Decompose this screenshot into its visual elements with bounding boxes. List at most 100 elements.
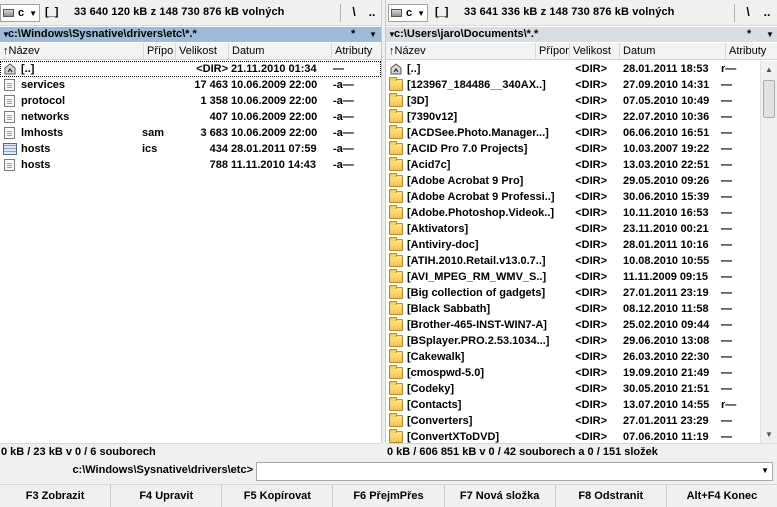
folder-row[interactable]: [Adobe Acrobat 9 Pro] <DIR> 29.05.2010 09:… [386,173,777,189]
scroll-up-icon[interactable]: ▲ [761,61,777,78]
folder-row[interactable]: [Adobe Acrobat 9 Professi..] <DIR> 30.06.2… [386,189,777,205]
left-filter-button[interactable]: * [351,27,355,42]
f8-delete-button[interactable]: F8 Odstranit [556,485,667,507]
left-up-button[interactable]: .. [362,4,381,22]
f3-view-button[interactable]: F3 Zobrazit [0,485,112,507]
f5-copy-button[interactable]: F5 Kopírovat [222,485,334,507]
folder-row[interactable]: [cmospwd-5.0] <DIR> 19.09.2010 21:49 — [386,365,777,381]
file-date: 26.03.2010 22:30 [623,351,710,363]
exit-button[interactable]: Alt+F4 Konec [667,485,777,507]
chevron-down-icon: ▼ [417,8,425,18]
left-path-bar[interactable]: ▼ c:\Windows\Sysnative\drivers\etc\*.* *… [0,27,381,42]
file-size: <DIR> [575,207,607,219]
column-ext[interactable]: Přípo [144,43,176,60]
parent-dir-row[interactable]: [..] <DIR> 21.11.2010 01:34 — [0,61,381,77]
folder-row[interactable]: [3D] <DIR> 07.05.2010 10:49 — [386,93,777,109]
parent-dir-row[interactable]: [..] <DIR> 28.01.2011 18:53 r— [386,61,777,77]
right-scrollbar[interactable]: ▲ ▼ [760,61,777,443]
file-attributes: — [721,383,732,395]
folder-row[interactable]: [ACDSee.Photo.Manager...] <DIR> 06.06.2010… [386,125,777,141]
file-date: 10.06.2009 22:00 [231,111,318,123]
folder-row[interactable]: [Antiviry-doc] <DIR> 28.01.2011 10:16 — [386,237,777,253]
folder-row[interactable]: [ConvertXToDVD] <DIR> 07.06.2010 11:19 — [386,429,777,443]
right-file-panel[interactable]: c ▼ [_] 33 641 336 kB z 148 730 876 kB v… [386,0,777,443]
file-name: [Antiviry-doc] [386,237,569,253]
column-date[interactable]: Datum [620,43,726,60]
file-size: 788 [209,159,228,171]
folder-row[interactable]: [BSplayer.PRO.2.53.1034...] <DIR> 29.06.20… [386,333,777,349]
right-root-button[interactable]: \ [738,4,758,22]
column-date[interactable]: Datum [229,43,332,60]
scroll-thumb[interactable] [763,80,775,118]
folder-row[interactable]: [123967_184486__340AX..] <DIR> 27.09.2010 … [386,77,777,93]
file-attributes: -a— [333,159,354,171]
chevron-down-icon[interactable]: ▼ [369,27,377,42]
file-ext: sam [142,127,165,139]
file-name: [AVI_MPEG_RM_WMV_S..] [386,269,569,285]
column-size[interactable]: Velikost [570,43,620,60]
folder-row[interactable]: [Black Sabbath] <DIR> 08.12.2010 11:58 — [386,301,777,317]
right-up-button[interactable]: .. [757,4,777,22]
folder-icon [389,157,403,171]
right-filter-button[interactable]: * [747,27,751,42]
column-ext[interactable]: Přípona [536,43,570,60]
folder-row[interactable]: [Acid7c] <DIR> 13.03.2010 22:51 — [386,157,777,173]
left-file-panel[interactable]: c ▼ [_] 33 640 120 kB z 148 730 876 kB v… [0,0,381,443]
file-attributes: -a— [333,79,354,91]
column-attributes[interactable]: Atributy [726,43,777,60]
file-size: <DIR> [575,143,607,155]
folder-row[interactable]: [Cakewalk] <DIR> 26.03.2010 22:30 — [386,349,777,365]
file-row[interactable]: services 17 463 10.06.2009 22:00 -a— [0,77,381,93]
left-drive-combo[interactable]: c ▼ [0,4,40,22]
folder-icon [389,269,403,283]
folder-row[interactable]: [Contacts] <DIR> 13.07.2010 14:55 r— [386,397,777,413]
f7-new-folder-button[interactable]: F7 Nová složka [445,485,556,507]
file-date: 10.03.2007 19:22 [623,143,710,155]
file-row[interactable]: protocol 1 358 10.06.2009 22:00 -a— [0,93,381,109]
column-size[interactable]: Velikost [176,43,229,60]
column-name[interactable]: ↑Název [386,43,536,60]
command-input[interactable]: ▼ [256,462,773,481]
file-attributes: — [721,271,732,283]
folder-row[interactable]: [Brother-465-INST-WIN7-A] <DIR> 25.02.2010… [386,317,777,333]
file-name-text: [Contacts] [407,399,462,411]
right-drive-combo[interactable]: c ▼ [388,4,428,22]
file-name-text: [Adobe Acrobat 9 Professi..] [407,191,555,203]
folder-row[interactable]: [AVI_MPEG_RM_WMV_S..] <DIR> 11.11.2009 09:… [386,269,777,285]
folder-row[interactable]: [ATIH.2010.Retail.v13.0.7..] <DIR> 10.08.2… [386,253,777,269]
left-file-list[interactable]: [..] <DIR> 21.11.2010 01:34 — services 17 463… [0,61,381,443]
file-name-text: lmhosts [21,127,64,139]
chevron-down-icon[interactable]: ▼ [761,466,769,475]
scroll-down-icon[interactable]: ▼ [761,426,777,443]
file-name-text: protocol [21,95,65,107]
folder-row[interactable]: [7390v12] <DIR> 22.07.2010 10:36 — [386,109,777,125]
folder-row[interactable]: [Codeky] <DIR> 30.05.2010 21:51 — [386,381,777,397]
folder-row[interactable]: [ACID Pro 7.0 Projects] <DIR> 10.03.2007 1… [386,141,777,157]
file-attributes: — [721,175,732,187]
folder-row[interactable]: [Converters] <DIR> 27.01.2011 23:29 — [386,413,777,429]
right-drive-bar: c ▼ [_] 33 641 336 kB z 148 730 876 kB v… [386,0,777,26]
file-row[interactable]: lmhosts sam 3 683 10.06.2009 22:00 -a— [0,125,381,141]
right-status-bar: 0 kB / 606 851 kB v 0 / 42 souborech a 0… [386,443,777,460]
f6-move-button[interactable]: F6 PřejmPřes [333,485,445,507]
folder-row[interactable]: [Aktivators] <DIR> 23.11.2010 00:21 — [386,221,777,237]
file-size: <DIR> [575,239,607,251]
file-row[interactable]: hosts 788 11.11.2010 14:43 -a— [0,157,381,173]
folder-icon [389,221,403,235]
file-ext [142,61,174,77]
folder-row[interactable]: [Big collection of gadgets] <DIR> 27.01.20… [386,285,777,301]
column-attributes[interactable]: Atributy [332,43,381,60]
file-size: <DIR> [575,95,607,107]
chevron-down-icon[interactable]: ▼ [766,27,774,42]
left-root-button[interactable]: \ [344,4,364,22]
file-row[interactable]: hosts ics 434 28.01.2011 07:59 -a— [0,141,381,157]
column-name[interactable]: ↑Název [0,43,144,60]
right-path-bar[interactable]: ▼ c:\Users\jaro\Documents\*.* * ▼ [386,27,777,42]
folder-row[interactable]: [Adobe.Photoshop.Videok..] <DIR> 10.11.201… [386,205,777,221]
left-drive-bar: c ▼ [_] 33 640 120 kB z 148 730 876 kB v… [0,0,381,26]
file-icon [4,111,15,123]
f4-edit-button[interactable]: F4 Upravit [111,485,223,507]
file-ext [142,109,174,125]
right-file-list[interactable]: [..] <DIR> 28.01.2011 18:53 r— [123967_18448… [386,61,777,443]
file-row[interactable]: networks 407 10.06.2009 22:00 -a— [0,109,381,125]
